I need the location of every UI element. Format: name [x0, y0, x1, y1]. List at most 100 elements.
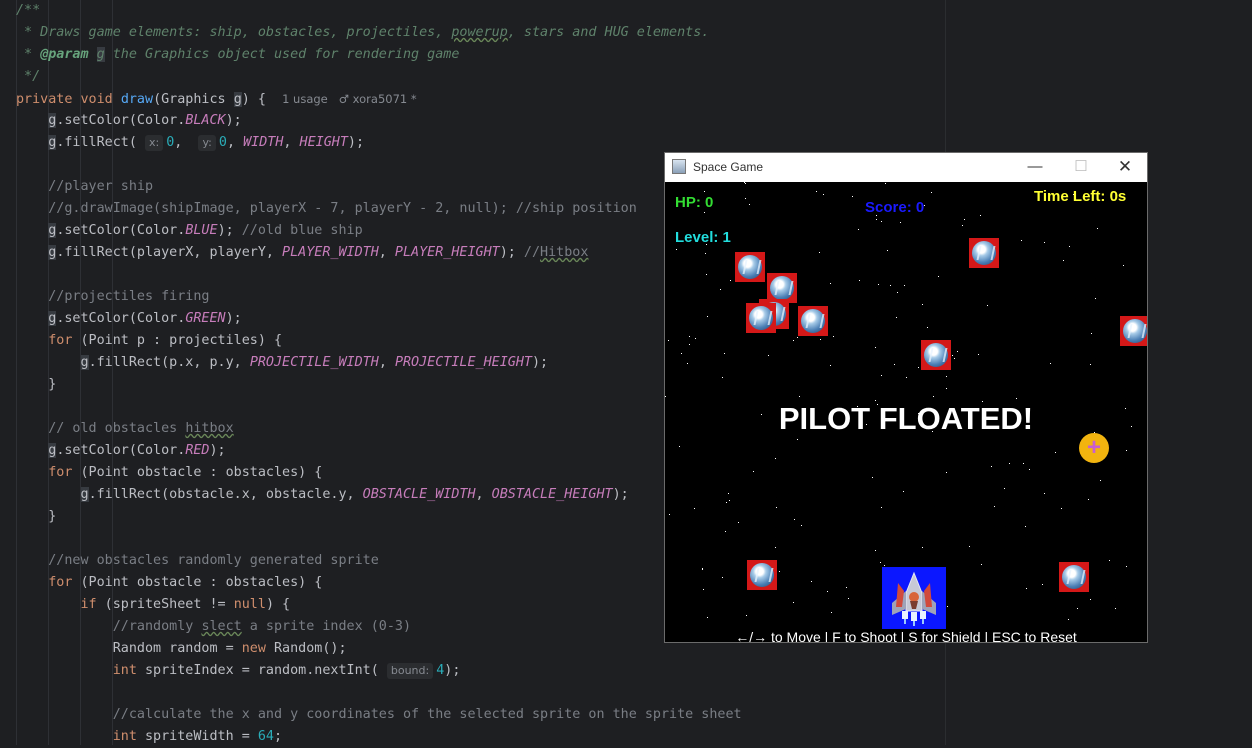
code-line[interactable]: * Draws game elements: ship, obstacles, …: [16, 22, 742, 44]
code-line[interactable]: [16, 396, 742, 418]
code-token: */: [16, 69, 41, 84]
code-line[interactable]: g.setColor(Color.GREEN);: [16, 308, 742, 330]
code-line[interactable]: for (Point obstacle : obstacles) {: [16, 572, 742, 594]
code-token: GREEN: [185, 311, 226, 326]
code-line[interactable]: Random random = new Random();: [16, 638, 742, 660]
code-token: for: [48, 333, 73, 348]
minimize-button[interactable]: —: [1012, 153, 1058, 182]
code-line[interactable]: [16, 264, 742, 286]
code-token: for: [48, 575, 73, 590]
code-token: //old blue ship: [241, 223, 363, 238]
code-line[interactable]: if (spriteSheet != null) {: [16, 594, 742, 616]
code-token: null: [233, 597, 266, 612]
code-token: draw: [120, 92, 154, 107]
code-line[interactable]: g.setColor(Color.BLUE); //old blue ship: [16, 220, 742, 242]
code-token: BLUE: [185, 223, 218, 238]
code-line[interactable]: //calculate the x and y coordinates of t…: [16, 704, 742, 726]
code-token: OBSTACLE_HEIGHT: [491, 487, 613, 502]
code-line[interactable]: //randomly slect a sprite index (0-3): [16, 616, 742, 638]
code-token: (Graphics: [153, 92, 234, 107]
code-line[interactable]: * @param g the Graphics object used for …: [16, 44, 742, 66]
code-line[interactable]: for (Point p : projectiles) {: [16, 330, 742, 352]
code-line[interactable]: g.fillRect(playerX, playerY, PLAYER_WIDT…: [16, 242, 742, 264]
code-token: g: [96, 47, 105, 62]
code-token: for: [48, 465, 73, 480]
code-token: }: [16, 377, 57, 392]
obstacle-asteroid: [735, 252, 765, 282]
code-token: 1 usage: [282, 92, 339, 106]
code-line[interactable]: int spriteIndex = random.nextInt( bound:…: [16, 660, 742, 682]
level-label: Level: 1: [675, 229, 731, 246]
code-token: .setColor(Color.: [56, 443, 186, 458]
code-token: ;: [274, 729, 283, 744]
code-line[interactable]: }: [16, 506, 742, 528]
obstacle-asteroid: [747, 560, 777, 590]
code-line[interactable]: //player ship: [16, 176, 742, 198]
code-line[interactable]: //g.drawImage(shipImage, playerX - 7, pl…: [16, 198, 742, 220]
code-token: );: [347, 135, 365, 150]
code-token: (Point p : projectiles) {: [72, 333, 283, 348]
code-token: );: [499, 245, 524, 260]
code-token: .setColor(Color.: [56, 311, 186, 326]
code-line[interactable]: g.setColor(Color.BLACK);: [16, 110, 742, 132]
code-line[interactable]: g.setColor(Color.RED);: [0, 440, 1240, 462]
code-token: Random random =: [16, 641, 242, 656]
code-line[interactable]: // old obstacles hitbox: [16, 418, 742, 440]
code-line[interactable]: g.fillRect(obstacle.x, obstacle.y, OBSTA…: [16, 484, 742, 506]
title-bar[interactable]: Space Game — ☐ ✕: [665, 153, 1147, 182]
code-token: );: [612, 487, 629, 502]
code-line[interactable]: g.fillRect( x: 0, y: 0, WIDTH, HEIGHT);: [16, 132, 742, 154]
code-token: .setColor(Color.: [56, 223, 186, 238]
code-token: int: [112, 663, 137, 678]
game-canvas[interactable]: HP: 0 Score: 0 Time Left: 0s Level: 1 PI…: [665, 182, 1147, 642]
code-token: .fillRect(: [56, 135, 145, 150]
player-ship: [882, 567, 946, 629]
code-token: powerup: [451, 25, 508, 40]
code-token: Random();: [265, 641, 347, 656]
code-line[interactable]: //projectiles firing: [16, 286, 742, 308]
code-line[interactable]: }: [16, 374, 742, 396]
code-token: .fillRect(p.x, p.y,: [88, 355, 250, 370]
code-line[interactable]: //new obstacles randomly generated sprit…: [16, 550, 742, 572]
code-line[interactable]: g.fillRect(p.x, p.y, PROJECTILE_WIDTH, P…: [16, 352, 742, 374]
code-token: private void: [16, 92, 121, 107]
code-token: spriteWidth =: [136, 729, 258, 744]
time-left-label: Time Left: 0s: [1034, 188, 1127, 205]
code-token: WIDTH: [243, 135, 284, 150]
code-token: BLACK: [185, 113, 226, 128]
code-token: g: [233, 92, 242, 107]
code-token: g: [80, 355, 89, 370]
game-window: Space Game — ☐ ✕ HP: 0 Score: 0 Time Lef…: [664, 152, 1148, 643]
code-token: (spriteSheet !=: [96, 597, 234, 612]
code-token: ,: [283, 135, 300, 150]
code-line[interactable]: [16, 528, 742, 550]
obstacle-asteroid: [1120, 316, 1147, 346]
code-token: ,: [475, 487, 492, 502]
code-token: ) {: [241, 92, 283, 107]
maximize-button[interactable]: ☐: [1058, 153, 1104, 182]
code-token: ) {: [265, 597, 291, 612]
code-token: @param: [40, 47, 89, 62]
code-line[interactable]: /**: [16, 0, 742, 22]
code-token: //player ship: [16, 179, 154, 194]
code-line[interactable]: for (Point obstacle : obstacles) {: [16, 462, 742, 484]
code-token: );: [217, 223, 242, 238]
code-line[interactable]: private void draw(Graphics g) { 1 usage …: [16, 88, 742, 110]
code-token: // old obstacles: [16, 421, 186, 436]
code-line[interactable]: [16, 154, 742, 176]
code-line[interactable]: */: [16, 66, 742, 88]
code-token: ,: [226, 135, 244, 150]
code-token: );: [209, 443, 226, 458]
close-button[interactable]: ✕: [1102, 153, 1148, 182]
code-line[interactable]: [16, 682, 742, 704]
window-title: Space Game: [693, 160, 764, 174]
